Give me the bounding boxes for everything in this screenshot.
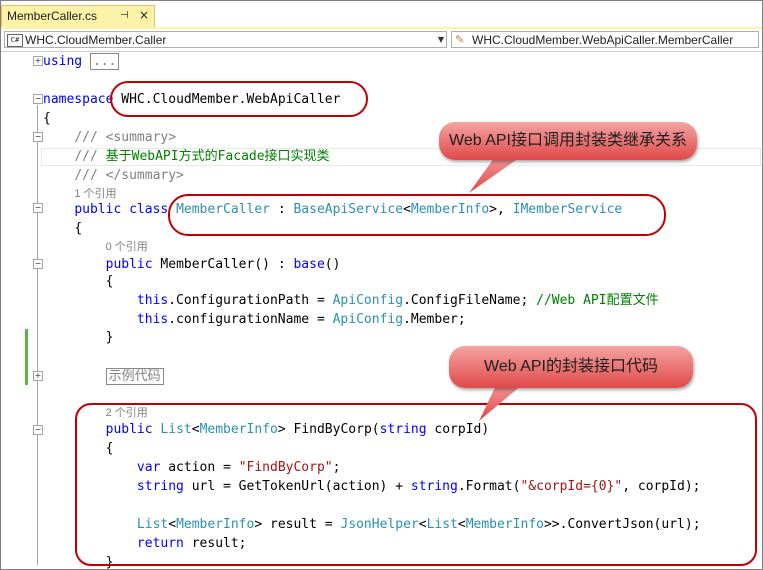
annotation-bubble-inheritance: Web API接口调用封装类继承关系 [439,122,697,160]
annotation-bubble-api-code: Web API的封装接口代码 [449,346,693,388]
callout-pointers [469,151,529,421]
code-editor-window: MemberCaller.cs ⊣ × C# WHC.CloudMember.C… [0,0,763,570]
